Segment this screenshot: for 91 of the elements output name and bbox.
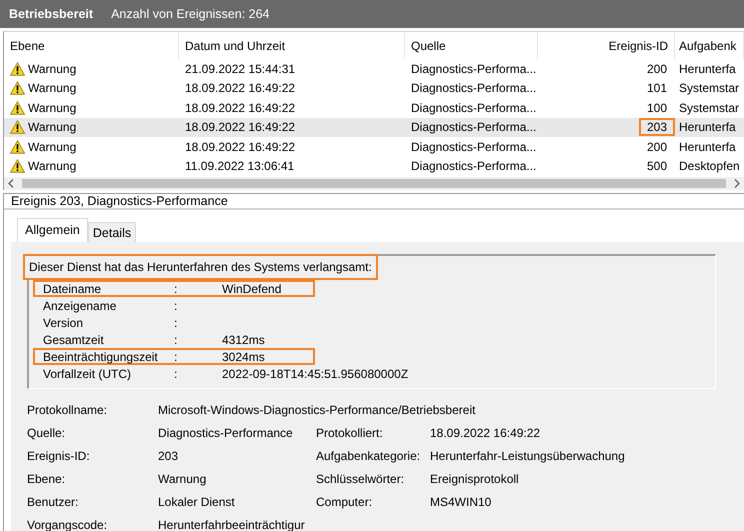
level-text: Warnung xyxy=(28,140,76,154)
field-label: Ereignis-ID: xyxy=(27,449,91,463)
detail-label: Vorfallzeit (UTC) xyxy=(43,367,132,381)
level-text: Warnung xyxy=(28,100,76,115)
warning-icon xyxy=(10,140,25,154)
level-text: Warnung xyxy=(28,159,76,174)
event-id-text: 200 xyxy=(646,60,668,78)
field-label: Protokollname: xyxy=(27,403,108,417)
event-row[interactable]: Warnung 21.09.2022 15:44:31 Diagnostics-Performa... 200 Herunterfa xyxy=(4,59,744,78)
event-header: Ereignis 203, Diagnostics-Performance xyxy=(11,194,228,208)
column-header[interactable]: Ebene xyxy=(4,32,179,59)
source-text: Diagnostics-Performa... xyxy=(411,159,536,174)
field-value: 18.09.2022 16:49:22 xyxy=(430,426,542,440)
detail-colon: : xyxy=(174,350,178,364)
detail-value: 4312ms xyxy=(222,333,266,347)
field-value: Warnung xyxy=(158,472,208,486)
category-text: Desktopfen xyxy=(679,159,740,174)
source-text: Diagnostics-Performa... xyxy=(411,140,536,154)
field-label: Aufgabenkategorie: xyxy=(316,449,422,463)
detail-value: WinDefend xyxy=(222,282,282,296)
category-text: Systemstar xyxy=(679,81,740,96)
event-id-text: 100 xyxy=(646,100,668,117)
source-text: Diagnostics-Performa... xyxy=(411,120,536,134)
field-value: Herunterfahr-Leistungsüberwachung xyxy=(430,449,626,463)
source-text: Diagnostics-Performa... xyxy=(411,62,536,76)
category-text: Systemstar xyxy=(679,100,740,115)
detail-label: Version xyxy=(43,316,84,330)
detail-colon: : xyxy=(174,367,178,381)
field-label: Computer: xyxy=(316,495,374,509)
field-label: Benutzer: xyxy=(27,495,80,509)
event-row[interactable]: Warnung 18.09.2022 16:49:22 Diagnostics-Performa... 200 Herunterfa xyxy=(4,137,744,156)
level-text: Warnung xyxy=(28,81,76,96)
category-text: Herunterfa xyxy=(679,62,736,76)
field-label: Protokolliert: xyxy=(316,426,384,440)
warning-icon xyxy=(10,100,25,115)
event-count: Anzahl von Ereignissen: 264 xyxy=(111,7,270,21)
date-text: 18.09.2022 16:49:22 xyxy=(185,100,296,115)
detail-colon: : xyxy=(174,299,178,313)
detail-colon: : xyxy=(174,316,178,330)
message-text: Dieser Dienst hat das Herunterfahren des Systems verlangsamt: xyxy=(23,254,378,280)
detail-label: Gesamtzeit xyxy=(43,333,105,347)
detail-value: 2022-09-18T14:45:51.956080000Z xyxy=(222,367,408,381)
field-label: Ebene: xyxy=(27,472,66,486)
field-value: Microsoft-Windows-Diagnostics-Performance/Betriebsbereit xyxy=(158,403,476,417)
column-header[interactable]: Datum und Uhrzeit xyxy=(179,32,405,59)
event-id-text: 101 xyxy=(646,80,668,98)
column-header[interactable]: Aufgabenk xyxy=(675,32,744,59)
field-label: Quelle: xyxy=(27,426,66,440)
detail-label: Beeinträchtigungszeit xyxy=(43,350,159,364)
source-text: Diagnostics-Performa... xyxy=(411,100,536,115)
event-row[interactable]: Warnung 11.09.2022 13:06:41 Diagnostics-Performa... 500 Desktopfen xyxy=(4,156,744,176)
detail-label: Dateiname xyxy=(43,282,102,296)
field-value: Diagnostics-Performance xyxy=(158,426,294,440)
warning-icon xyxy=(10,81,25,96)
date-text: 11.09.2022 13:06:41 xyxy=(185,159,294,174)
date-text: 18.09.2022 16:49:22 xyxy=(185,81,296,96)
column-header[interactable]: Ereignis-ID xyxy=(538,32,675,59)
category-text: Herunterfa xyxy=(679,120,736,134)
event-id-text: 203 xyxy=(638,118,675,136)
event-row[interactable]: Warnung 18.09.2022 16:49:22 Diagnostics-Performa... 101 Systemstar xyxy=(4,78,744,98)
detail-colon: : xyxy=(174,333,178,347)
detail-colon: : xyxy=(174,282,178,296)
field-value: MS4WIN10 xyxy=(430,495,492,509)
detail-value: 3024ms xyxy=(222,350,266,364)
level-text: Warnung xyxy=(28,120,76,134)
warning-icon xyxy=(10,62,25,76)
scroll-right-icon[interactable] xyxy=(734,179,740,188)
scrollbar-thumb[interactable] xyxy=(22,179,726,188)
column-header[interactable]: Quelle xyxy=(405,32,538,59)
event-row[interactable]: Warnung 18.09.2022 16:49:22 Diagnostics-Performa... 203 Herunterfa xyxy=(4,118,744,137)
scroll-left-icon[interactable] xyxy=(8,179,14,188)
field-value: Ereignisprotokoll xyxy=(430,472,520,486)
date-text: 18.09.2022 16:49:22 xyxy=(185,120,296,134)
date-text: 18.09.2022 16:49:22 xyxy=(185,140,296,154)
date-text: 21.09.2022 15:44:31 xyxy=(185,62,296,76)
event-id-text: 200 xyxy=(646,138,668,156)
horizontal-scrollbar[interactable] xyxy=(4,177,744,190)
field-value: Lokaler Dienst xyxy=(158,495,236,509)
category-text: Herunterfa xyxy=(679,140,736,154)
log-title: Betriebsbereit xyxy=(9,7,94,21)
warning-icon xyxy=(10,159,25,174)
tab[interactable]: Details xyxy=(88,222,136,242)
source-text: Diagnostics-Performa... xyxy=(411,81,536,96)
level-text: Warnung xyxy=(28,62,76,76)
tab[interactable]: Allgemein xyxy=(17,218,88,242)
field-value: 203 xyxy=(158,449,180,463)
event-row[interactable]: Warnung 18.09.2022 16:49:22 Diagnostics-Performa... 100 Systemstar xyxy=(4,98,744,118)
detail-label: Anzeigename xyxy=(43,299,118,313)
field-label: Schlüsselwörter: xyxy=(316,472,406,486)
event-id-text: 500 xyxy=(646,158,668,176)
warning-icon xyxy=(10,120,25,134)
